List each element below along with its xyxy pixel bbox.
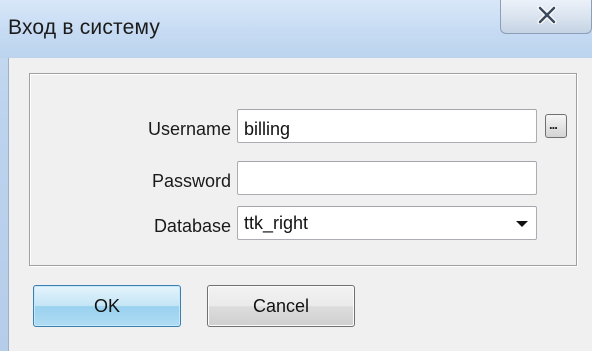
ok-button[interactable]: OK — [33, 285, 181, 327]
cancel-button[interactable]: Cancel — [207, 285, 355, 327]
close-button[interactable] — [500, 0, 592, 34]
database-label: Database — [153, 216, 231, 236]
username-label: Username — [147, 119, 231, 139]
username-field[interactable] — [237, 109, 537, 143]
password-label: Password — [151, 171, 231, 191]
dialog-client-area: Username ... Password Database ttk_right… — [8, 58, 592, 351]
login-dialog: Вход в систему Username ... Password Dat… — [0, 0, 592, 351]
database-select[interactable]: ttk_right — [237, 206, 537, 240]
close-x-icon — [537, 6, 557, 24]
window-title: Вход в систему — [8, 16, 161, 39]
dropdown-arrow-icon[interactable] — [516, 221, 528, 227]
ellipsis-icon: ... — [549, 117, 558, 132]
database-selected-value: ttk_right — [244, 213, 309, 233]
password-field[interactable] — [237, 161, 537, 195]
title-bar[interactable]: Вход в систему — [0, 0, 592, 58]
username-browse-button[interactable]: ... — [545, 114, 567, 138]
